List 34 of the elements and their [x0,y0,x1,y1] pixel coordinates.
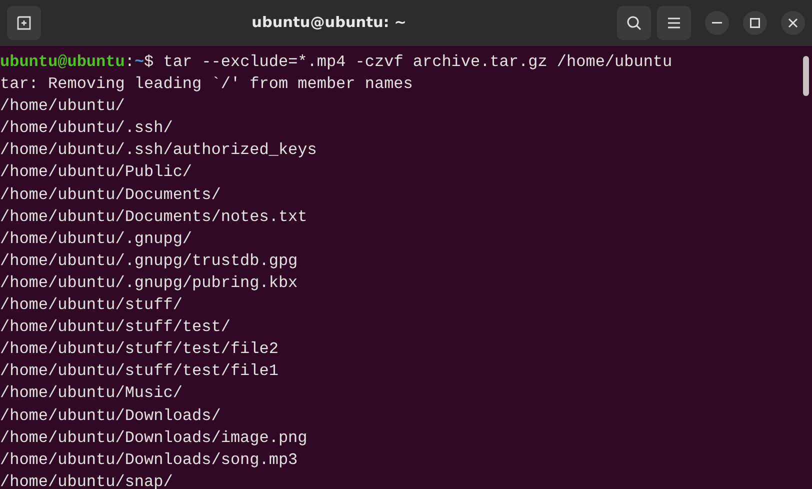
output-line: /home/ubuntu/Downloads/ [0,406,221,426]
maximize-icon [750,18,760,28]
output-line: /home/ubuntu/.ssh/authorized_keys [0,140,317,162]
search-icon [626,15,642,31]
output-line: /home/ubuntu/Downloads/image.png [0,428,308,449]
scrollbar[interactable] [803,56,809,96]
window-title: ubuntu@ubuntu: ~ [250,15,408,31]
new-tab-icon [16,15,32,31]
output-line: /home/ubuntu/stuff/test/ [0,317,230,338]
output-line: /home/ubuntu/stuff/test/file1 [0,361,278,382]
minimize-icon [712,22,722,24]
output-line: /home/ubuntu/Documents/ [0,184,221,206]
minimize-button[interactable] [705,11,729,35]
output-line: /home/ubuntu/snap/ [0,472,173,489]
output-line: /home/ubuntu/stuff/ [0,295,182,316]
output-line: /home/ubuntu/.ssh/ [0,118,173,140]
menu-button[interactable] [657,6,691,40]
output-line: /home/ubuntu/Music/ [0,383,182,404]
output-line: /home/ubuntu/Documents/notes.txt [0,206,308,228]
search-button[interactable] [617,6,651,40]
close-button[interactable] [781,11,805,35]
maximize-button[interactable] [743,11,767,35]
menu-icon [667,17,681,29]
output-line: /home/ubuntu/.gnupg/trustdb.gpg [0,250,298,272]
command-line: ubuntu@ubuntu:~$ tar --exclude=*.mp4 -czvf archive.tar.gz /home/ubuntu [0,52,672,73]
output-line: /home/ubuntu/stuff/test/file2 [0,339,278,360]
output-line: /home/ubuntu/ [0,96,125,118]
output-line: /home/ubuntu/.gnupg/pubring.kbx [0,272,298,294]
output-line: tar: Removing leading `/' from member names [0,74,413,96]
output-line: /home/ubuntu/Downloads/song.mp3 [0,450,298,471]
close-icon [788,18,798,28]
output-line: /home/ubuntu/Public/ [0,162,192,184]
new-tab-button[interactable] [7,6,41,40]
output-line: /home/ubuntu/.gnupg/ [0,228,192,250]
